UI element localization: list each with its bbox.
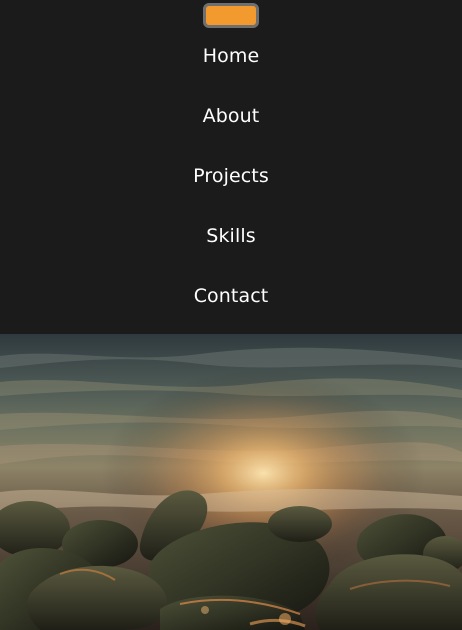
nav-link-projects[interactable]: Projects	[193, 165, 269, 187]
page: Home About Projects Skills Contact	[0, 0, 462, 630]
nav-item-skills: Skills	[0, 206, 462, 266]
nav-item-contact: Contact	[0, 266, 462, 326]
nav-link-home[interactable]: Home	[203, 45, 260, 67]
nav-link-about[interactable]: About	[203, 105, 260, 127]
sunset-beach-rocks-icon	[0, 334, 462, 630]
menu-toggle-button[interactable]	[203, 3, 259, 28]
nav-item-about: About	[0, 86, 462, 146]
nav-item-home: Home	[0, 26, 462, 86]
hero-image	[0, 334, 462, 630]
nav-link-contact[interactable]: Contact	[194, 285, 269, 307]
nav-list: Home About Projects Skills Contact	[0, 26, 462, 326]
nav-item-projects: Projects	[0, 146, 462, 206]
navigation-menu: Home About Projects Skills Contact	[0, 0, 462, 334]
nav-link-skills[interactable]: Skills	[206, 225, 255, 247]
